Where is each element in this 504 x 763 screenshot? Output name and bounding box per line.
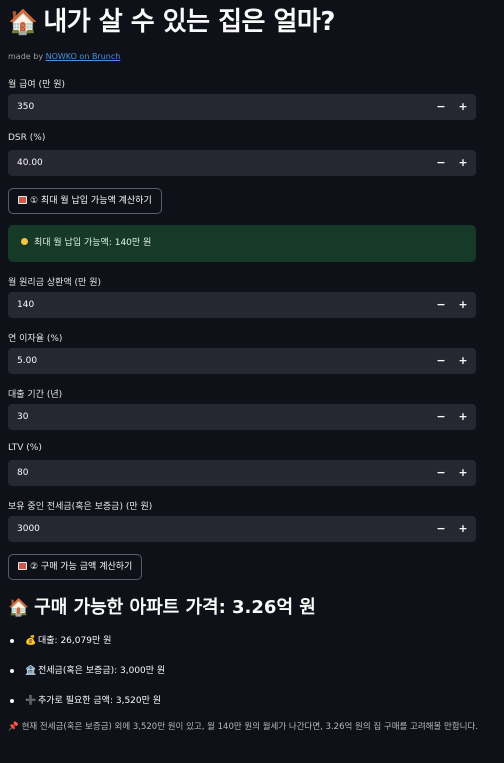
salary-input[interactable]: 350 − + — [8, 94, 476, 120]
ltv-decrement-button[interactable]: − — [430, 460, 452, 486]
calc-price-label: ② 구매 가능 금액 계산하기 — [30, 562, 133, 572]
pushpin-icon: 📌 — [8, 722, 19, 732]
monthly-payment-increment-button[interactable]: + — [452, 292, 474, 318]
made-by-prefix: made by — [8, 52, 46, 61]
deposit-increment-button[interactable]: + — [452, 516, 474, 542]
ltv-increment-button[interactable]: + — [452, 460, 474, 486]
bullet-icon — [10, 669, 14, 673]
dsr-input[interactable]: 40.00 − + — [8, 150, 476, 176]
bullet-icon — [10, 639, 14, 643]
term-label: 대출 기간 (년) — [8, 390, 63, 400]
monthly-payment-label: 월 원리금 상환액 (만 원) — [8, 278, 101, 288]
term-value[interactable]: 30 — [17, 404, 28, 430]
result-item-text: 전세금(혹은 보증금): 3,000만 원 — [38, 666, 166, 676]
page-title-text: 내가 살 수 있는 집은 얼마? — [43, 7, 335, 37]
interest-value[interactable]: 5.00 — [17, 348, 37, 374]
deposit-input[interactable]: 3000 − + — [8, 516, 476, 542]
dsr-increment-button[interactable]: + — [452, 150, 474, 176]
plus-icon: ➕ — [25, 696, 37, 706]
author-link[interactable]: NOWKO on Brunch — [46, 52, 121, 61]
result-item-text: 대출: 26,079만 원 — [38, 636, 112, 646]
dsr-label: DSR (%) — [8, 133, 46, 143]
result-item-text: 추가로 필요한 금액: 3,520만 원 — [38, 696, 162, 706]
term-decrement-button[interactable]: − — [430, 404, 452, 430]
ltv-input[interactable]: 80 − + — [8, 460, 476, 486]
abacus-icon — [18, 196, 27, 204]
money-bag-icon: 💰 — [25, 636, 37, 646]
salary-value[interactable]: 350 — [17, 94, 34, 120]
house-icon: 🏠 — [8, 8, 38, 36]
bank-icon: 🏦 — [25, 666, 37, 676]
deposit-value[interactable]: 3000 — [17, 516, 40, 542]
monthly-payment-decrement-button[interactable]: − — [430, 292, 452, 318]
calc-max-payment-button[interactable]: ① 최대 월 납입 가능액 계산하기 — [8, 188, 162, 214]
calc-price-button[interactable]: ② 구매 가능 금액 계산하기 — [8, 554, 143, 580]
interest-input[interactable]: 5.00 − + — [8, 348, 476, 374]
ltv-label: LTV (%) — [8, 443, 42, 453]
calc-max-payment-label: ① 최대 월 납입 가능액 계산하기 — [30, 196, 152, 206]
dsr-decrement-button[interactable]: − — [430, 150, 452, 176]
monthly-payment-value[interactable]: 140 — [17, 292, 34, 318]
result-heading: 🏠 구매 가능한 아파트 가격: 3.26억 원 — [8, 595, 316, 621]
salary-decrement-button[interactable]: − — [430, 94, 452, 120]
abacus-icon — [18, 562, 27, 570]
deposit-label: 보유 중인 전세금(혹은 보증금) (만 원) — [8, 502, 153, 512]
salary-increment-button[interactable]: + — [452, 94, 474, 120]
max-payment-alert-text: 최대 월 납입 가능액: 140만 원 — [34, 238, 152, 248]
salary-label: 월 급여 (만 원) — [8, 80, 66, 90]
lightbulb-icon — [21, 238, 28, 245]
max-payment-alert: 최대 월 납입 가능액: 140만 원 — [8, 225, 476, 262]
made-by-credit: made by NOWKO on Brunch — [8, 52, 120, 61]
summary-note: 📌 현재 전세금(혹은 보증금) 외에 3,520만 원이 있고, 월 140만 … — [8, 720, 478, 734]
interest-label: 연 이자율 (%) — [8, 334, 63, 344]
summary-note-text: 현재 전세금(혹은 보증금) 외에 3,520만 원이 있고, 월 140만 원… — [21, 722, 479, 732]
interest-decrement-button[interactable]: − — [430, 348, 452, 374]
bullet-icon — [10, 699, 14, 703]
deposit-decrement-button[interactable]: − — [430, 516, 452, 542]
interest-increment-button[interactable]: + — [452, 348, 474, 374]
term-input[interactable]: 30 − + — [8, 404, 476, 430]
house-icon: 🏠 — [8, 598, 30, 618]
page-title: 🏠 내가 살 수 있는 집은 얼마? — [8, 2, 335, 42]
term-increment-button[interactable]: + — [452, 404, 474, 430]
ltv-value[interactable]: 80 — [17, 460, 28, 486]
monthly-payment-input[interactable]: 140 − + — [8, 292, 476, 318]
dsr-value[interactable]: 40.00 — [17, 150, 43, 176]
result-heading-text: 구매 가능한 아파트 가격: 3.26억 원 — [34, 597, 316, 618]
